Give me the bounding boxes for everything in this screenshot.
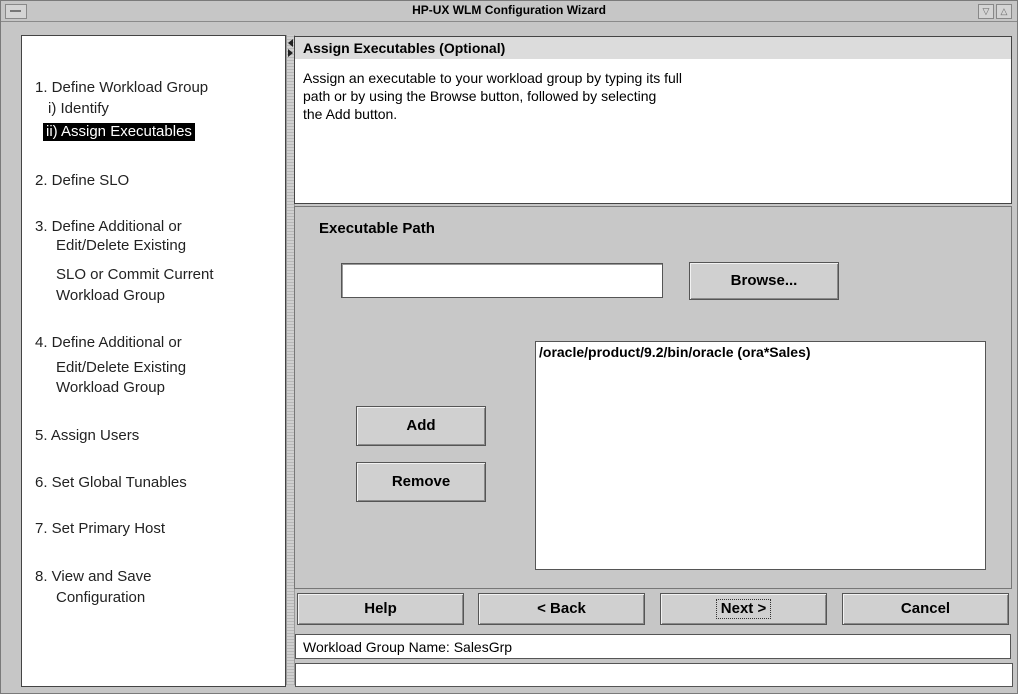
title-bar: HP-UX WLM Configuration Wizard ▽ △ [1,1,1017,22]
step-set-primary-host: 7. Set Primary Host [35,520,166,537]
step-view-and-save-line2: Configuration [56,589,146,606]
substep-identify: i) Identify [48,100,109,117]
executable-path-input[interactable] [341,263,663,298]
step-define-workload-group: 1. Define Workload Group [35,79,209,96]
list-item[interactable]: /oracle/product/9.2/bin/oracle (ora*Sale… [536,344,811,360]
executable-path-label: Executable Path [319,220,435,237]
instructions-panel: Assign Executables (Optional) Assign an … [294,36,1012,204]
executables-list[interactable]: /oracle/product/9.2/bin/oracle (ora*Sale… [535,341,986,570]
wizard-steps-panel: 1. Define Workload Group i) Identify ii)… [21,35,286,687]
help-button[interactable]: Help [297,593,464,625]
cancel-button[interactable]: Cancel [842,593,1009,625]
step-define-slo: 2. Define SLO [35,172,130,189]
back-button[interactable]: < Back [478,593,645,625]
step-set-global-tunables: 6. Set Global Tunables [35,474,187,491]
step-view-and-save: 8. View and Save [35,568,152,585]
wizard-content-panel: Assign Executables (Optional) Assign an … [294,36,1013,687]
step-define-additional-slo-line2: Edit/Delete Existing [56,237,187,254]
step-define-additional-slo-line4: Workload Group [56,287,165,304]
step-assign-users: 5. Assign Users [35,427,140,444]
substep-assign-executables: ii) Assign Executables [43,123,195,141]
instructions-line: the Add button. [303,106,398,122]
browse-button[interactable]: Browse... [689,262,839,300]
instructions-heading: Assign Executables (Optional) [295,37,1011,59]
next-button[interactable]: Next > [660,593,827,625]
wizard-window: HP-UX WLM Configuration Wizard ▽ △ 1. De… [0,0,1018,694]
remove-button[interactable]: Remove [356,462,486,502]
add-button[interactable]: Add [356,406,486,446]
status-bar-empty [295,663,1013,687]
step-define-additional-slo-line3: SLO or Commit Current [56,266,214,283]
minimize-icon[interactable]: ▽ [978,4,994,19]
instructions-line: Assign an executable to your workload gr… [303,70,682,86]
collapse-left-icon[interactable] [288,39,293,47]
next-button-label: Next > [715,599,772,619]
workload-group-status: Workload Group Name: SalesGrp [295,634,1011,659]
instructions-line: path or by using the Browse button, foll… [303,88,657,104]
step-define-additional-group-line2: Edit/Delete Existing [56,359,187,376]
expand-right-icon[interactable] [288,49,293,57]
window-title: HP-UX WLM Configuration Wizard [412,3,606,17]
step-define-additional-group: 4. Define Additional or [35,334,182,351]
executable-form: Executable Path Browse... Add Remove /or… [294,206,1012,589]
step-define-additional-slo: 3. Define Additional or [35,218,182,235]
step-define-additional-group-line3: Workload Group [56,379,165,396]
maximize-icon[interactable]: △ [996,4,1012,19]
instructions-text: Assign an executable to your workload gr… [303,69,863,123]
wizard-navigation: Help < Back Next > Cancel [294,592,1012,625]
